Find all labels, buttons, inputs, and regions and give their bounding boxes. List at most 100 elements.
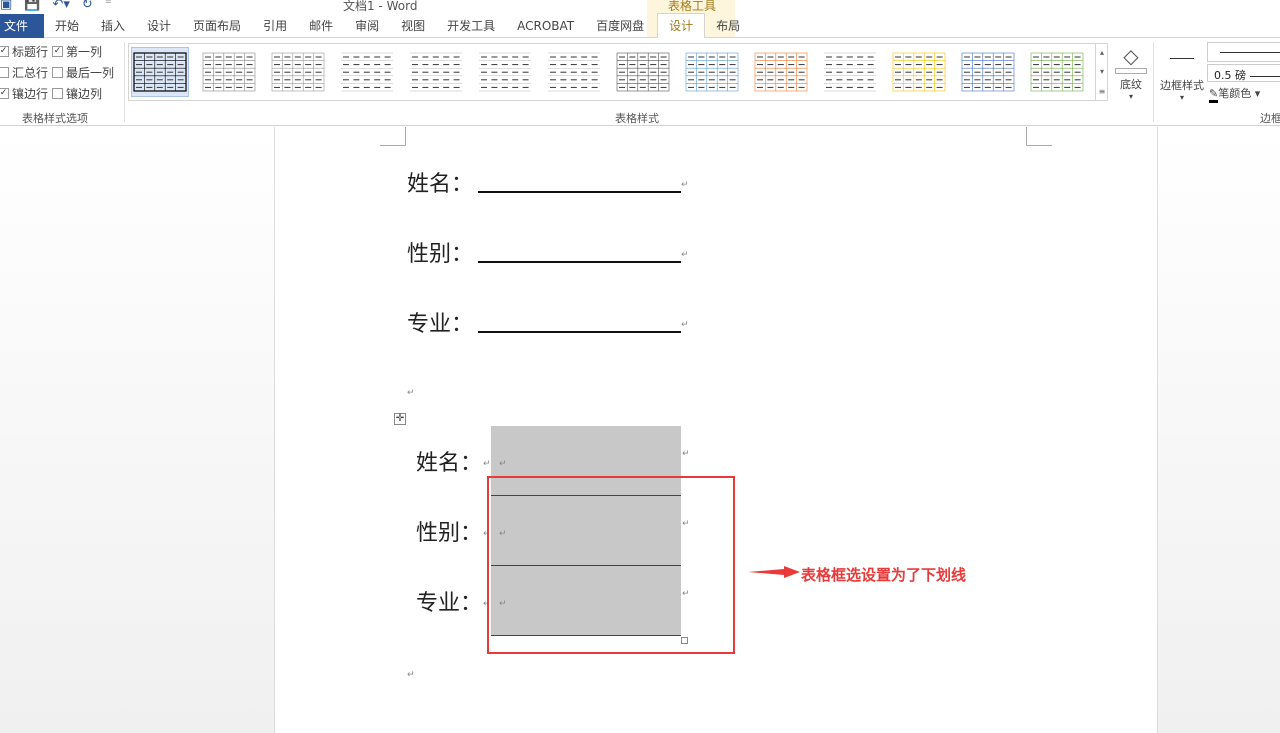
- redo-icon[interactable]: ↻: [82, 0, 93, 12]
- divider: [1153, 42, 1154, 122]
- checkbox-option[interactable]: 镶边列: [52, 85, 102, 102]
- tab-0[interactable]: 文件: [0, 13, 44, 38]
- table-style-thumbnail[interactable]: [407, 47, 465, 97]
- underline: [478, 331, 681, 333]
- checkbox-option[interactable]: ✓ 镶边行: [0, 85, 48, 102]
- table-style-thumbnail[interactable]: [131, 47, 189, 97]
- gallery-scroll: ▴ ▾ ≡: [1095, 43, 1108, 101]
- undo-icon[interactable]: ↶▾: [52, 0, 69, 12]
- tab-12[interactable]: 设计: [657, 13, 706, 38]
- tab-2[interactable]: 插入: [90, 14, 136, 38]
- window-title: 文档1 - Word: [343, 0, 418, 13]
- checkbox-option[interactable]: ✓ 第一列: [52, 43, 102, 60]
- ribbon-tabs: 文件 开始 插入 设计 页面布局 引用 邮件 审阅 视图 开发工具 ACROBAT 百度网盘 设计 布局: [0, 13, 1280, 38]
- table-style-thumbnail[interactable]: [338, 47, 396, 97]
- tab-10[interactable]: ACROBAT: [506, 14, 585, 38]
- option-label: 镶边列: [66, 87, 103, 101]
- option-label: 镶边行: [12, 87, 49, 101]
- table-move-handle[interactable]: ✛: [394, 413, 406, 425]
- gallery-more-icon[interactable]: ≡: [1099, 87, 1106, 96]
- line-weight-select[interactable]: 0.5 磅: [1207, 64, 1280, 82]
- margin-corner: [380, 127, 406, 146]
- table-style-thumbnail[interactable]: [890, 47, 948, 97]
- tab-11[interactable]: 百度网盘: [585, 14, 655, 38]
- context-tab-label: 表格工具: [668, 0, 717, 13]
- chevron-down-icon: ▾: [1128, 92, 1133, 101]
- scroll-down-icon[interactable]: ▾: [1100, 67, 1104, 76]
- checkbox[interactable]: ✓: [52, 46, 63, 57]
- scroll-up-icon[interactable]: ▴: [1100, 48, 1104, 57]
- paragraph-mark: ↵: [681, 320, 689, 330]
- table-row-label: 性别：: [416, 521, 483, 546]
- table-row-label: 专业：: [416, 591, 483, 616]
- title-bar: ▣ 💾 ↶▾ ↻ ⁼ 文档1 - Word: [0, 0, 1280, 14]
- checkbox-option[interactable]: ✓ 标题行: [0, 43, 48, 60]
- line-weight-value: 0.5 磅: [1214, 69, 1246, 82]
- tab-3[interactable]: 设计: [136, 14, 182, 38]
- checkbox-option[interactable]: 最后一列: [52, 64, 114, 81]
- tab-5[interactable]: 引用: [252, 14, 298, 38]
- workspace-right: [1158, 127, 1280, 733]
- pen-color-button[interactable]: ✎笔颜色 ▾: [1209, 85, 1260, 103]
- shading-label: 底纹: [1120, 78, 1142, 91]
- paragraph-mark: ↵: [681, 180, 689, 190]
- table-row-label: 姓名：: [416, 451, 483, 476]
- field-label: 姓名：: [407, 172, 474, 197]
- checkbox[interactable]: ✓: [0, 88, 9, 99]
- field-label: 专业：: [407, 312, 474, 337]
- tab-13[interactable]: 布局: [705, 14, 751, 38]
- table-style-thumbnail[interactable]: [1028, 47, 1086, 97]
- ribbon: ✓ 标题行 ✓ 第一列 汇总行 最后一列 ✓ 镶边行 镶边列 表格样式选项 ▴ ▾ ≡ 表格样式…: [0, 38, 1280, 126]
- group-label-borders: 边框: [1260, 112, 1280, 125]
- cell-mark: ↵: [499, 459, 507, 469]
- table-style-thumbnail[interactable]: [476, 47, 534, 97]
- border-styles-button[interactable]: 边框样式 ▾: [1157, 54, 1207, 102]
- line-style-select[interactable]: [1207, 42, 1280, 62]
- paragraph-mark: ↵: [681, 250, 689, 260]
- shading-button[interactable]: ◇ 底纹 ▾: [1113, 44, 1149, 101]
- table-style-thumbnail[interactable]: [683, 47, 741, 97]
- tab-7[interactable]: 审阅: [344, 14, 390, 38]
- checkbox[interactable]: [52, 88, 63, 99]
- paint-bucket-icon: ◇: [1123, 44, 1139, 68]
- table-style-thumbnail[interactable]: [545, 47, 603, 97]
- tab-6[interactable]: 邮件: [298, 14, 344, 38]
- table-styles-gallery: [128, 43, 1108, 101]
- tab-9[interactable]: 开发工具: [436, 14, 506, 38]
- option-label: 最后一列: [66, 66, 115, 80]
- pen-icon: ✎: [1209, 87, 1219, 103]
- tab-8[interactable]: 视图: [390, 14, 436, 38]
- divider: [124, 42, 125, 122]
- table-style-thumbnail[interactable]: [614, 47, 672, 97]
- field-label: 性别：: [407, 242, 474, 267]
- table-style-thumbnail[interactable]: [200, 47, 258, 97]
- table-style-thumbnail[interactable]: [821, 47, 879, 97]
- row-end-mark: ↵: [682, 449, 690, 459]
- quick-access-toolbar: ▣ 💾 ↶▾ ↻ ⁼: [0, 0, 112, 12]
- pen-color-label: 笔颜色: [1218, 87, 1252, 100]
- underline: [478, 191, 681, 193]
- customize-icon[interactable]: ⁼: [105, 0, 112, 12]
- group-label-style-options: 表格样式选项: [22, 112, 88, 125]
- border-styles-label: 边框样式: [1160, 79, 1204, 92]
- chevron-down-icon: ▾: [1179, 93, 1184, 102]
- tab-4[interactable]: 页面布局: [182, 14, 252, 38]
- table-style-thumbnail[interactable]: [752, 47, 810, 97]
- group-label-table-styles: 表格样式: [615, 112, 659, 125]
- workspace-left: [0, 127, 274, 733]
- arrow-icon: [748, 566, 800, 578]
- option-label: 第一列: [66, 45, 103, 59]
- annotation-text: 表格框选设置为了下划线: [801, 566, 967, 584]
- option-label: 标题行: [12, 45, 49, 59]
- table-style-thumbnail[interactable]: [269, 47, 327, 97]
- checkbox[interactable]: ✓: [0, 46, 9, 57]
- option-label: 汇总行: [12, 66, 49, 80]
- save-icon[interactable]: 💾: [24, 0, 40, 12]
- checkbox[interactable]: [0, 67, 9, 78]
- tab-1[interactable]: 开始: [44, 14, 90, 38]
- word-icon[interactable]: ▣: [0, 0, 12, 12]
- checkbox[interactable]: [52, 67, 63, 78]
- table-style-thumbnail[interactable]: [959, 47, 1017, 97]
- checkbox-option[interactable]: 汇总行: [0, 64, 48, 81]
- paragraph-mark: ↵: [407, 670, 415, 680]
